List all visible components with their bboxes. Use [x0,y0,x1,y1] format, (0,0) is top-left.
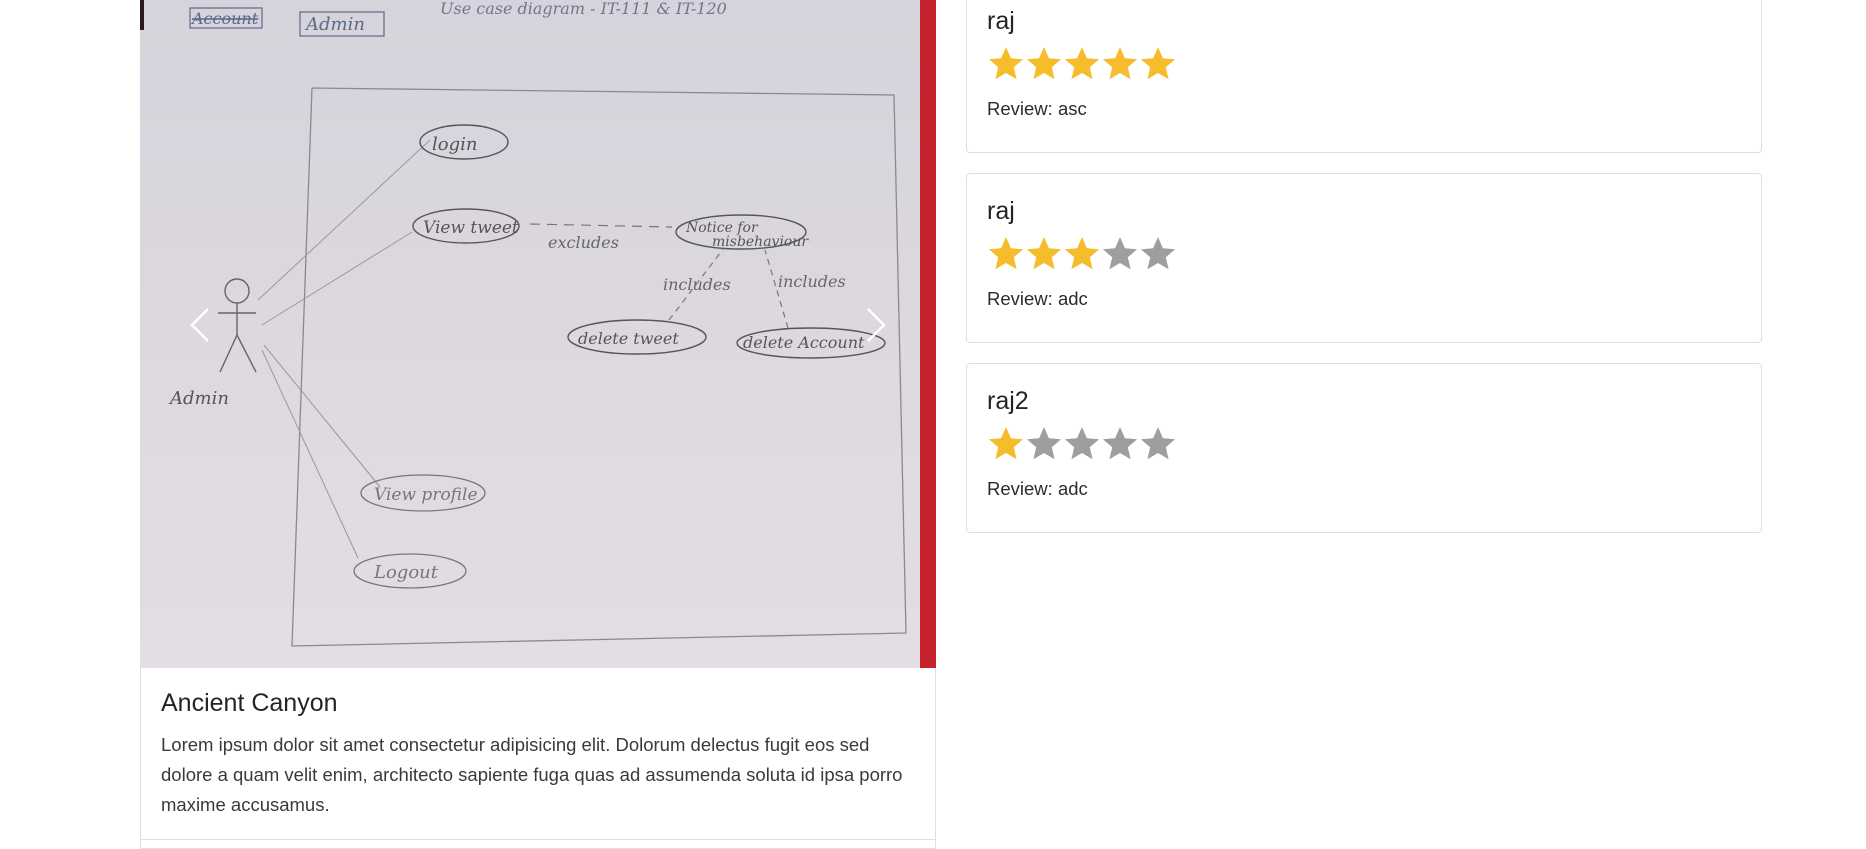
star-filled-icon [988,237,1024,270]
svg-text:delete tweet: delete tweet [578,329,679,348]
review-card: raj2 Review: adc [966,363,1762,533]
star-filled-icon [1140,47,1176,80]
svg-text:login: login [432,134,477,155]
campground-card-body: Ancient Canyon Lorem ipsum dolor sit ame… [140,668,936,849]
svg-text:View tweet: View tweet [423,218,519,238]
carousel-next-button[interactable] [846,300,906,350]
star-empty-icon [1102,427,1138,460]
campground-card: Account Admin Use case diagram - IT-111 … [140,0,936,849]
svg-text:misbehaviour: misbehaviour [712,234,809,250]
star-filled-icon [1064,237,1100,270]
review-text: Review: adc [987,478,1088,499]
svg-text:includes: includes [778,272,846,291]
sketch-header: Account [190,9,259,28]
star-filled-icon [1102,47,1138,80]
star-empty-icon [1140,427,1176,460]
star-empty-icon [1064,427,1100,460]
star-rating [987,425,1177,463]
review-author: raj [987,7,1015,35]
star-filled-icon [988,47,1024,80]
campground-title: Ancient Canyon [161,689,338,717]
star-rating [987,235,1177,273]
actor-label: Admin [168,388,229,409]
star-empty-icon [1102,237,1138,270]
star-empty-icon [1140,237,1176,270]
review-text: Review: asc [987,98,1087,119]
image-carousel: Account Admin Use case diagram - IT-111 … [140,0,936,668]
svg-text:includes: includes [663,275,731,294]
campground-description: Lorem ipsum dolor sit amet consectetur a… [161,734,903,815]
sketch-header-2: Admin [304,14,365,35]
svg-text:excludes: excludes [548,233,619,252]
svg-text:View profile: View profile [374,485,478,505]
star-filled-icon [988,427,1024,460]
carousel-slide-image: Account Admin Use case diagram - IT-111 … [140,0,936,668]
carousel-prev-button[interactable] [170,300,230,350]
review-text: Review: adc [987,288,1088,309]
review-author: raj [987,197,1015,225]
review-author: raj2 [987,387,1029,415]
review-card: raj Review: asc [966,0,1762,153]
star-filled-icon [1026,47,1062,80]
star-filled-icon [1064,47,1100,80]
star-filled-icon [1026,237,1062,270]
star-rating [987,45,1177,83]
chevron-right-icon [867,308,886,342]
sketch-top-text: Use case diagram - IT-111 & IT-120 [440,0,727,18]
chevron-left-icon [190,308,209,342]
star-empty-icon [1026,427,1062,460]
card-divider [140,839,936,840]
review-card: raj Review: adc [966,173,1762,343]
svg-text:Logout: Logout [373,562,439,583]
